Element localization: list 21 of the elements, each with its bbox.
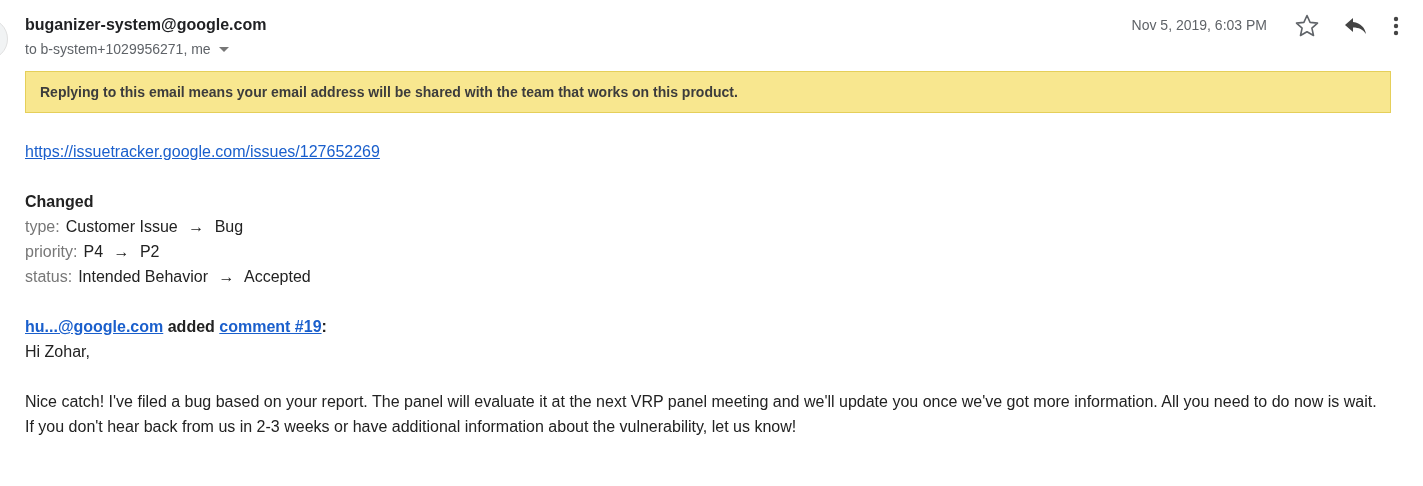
change-value: Customer Issue → Bug: [65, 217, 244, 237]
comment-link[interactable]: comment #19: [219, 318, 322, 335]
reply-icon[interactable]: [1345, 17, 1367, 34]
sender-address: buganizer-system@google.com: [25, 15, 267, 35]
more-icon[interactable]: [1393, 15, 1399, 36]
email-date: Nov 5, 2019, 6:03 PM: [1131, 17, 1267, 33]
message-paragraph: Nice catch! I've filed a bug based on your report. The panel will evaluate it at the next VRP panel meeting and we'll update you once we've got more information. All you need to do now is wait. If you don't hear back from us in 2-3 weeks or have additional information about the vulnerability, let us know!: [25, 392, 1378, 437]
changes-heading: Changed: [25, 193, 94, 210]
change-label: priority:: [25, 242, 78, 262]
comment-author-line: hu...@google.com added comment #19:: [25, 317, 327, 337]
recipients-text: to b-system+1029956271, me: [25, 40, 211, 58]
caret-icon[interactable]: [218, 46, 229, 52]
change-label: status:: [25, 267, 73, 287]
notice-banner: Replying to this email means your email address will be shared with the team that works on this product.: [25, 71, 1391, 113]
author-link[interactable]: hu...@google.com: [25, 318, 164, 335]
greeting-text: Hi Zohar,: [25, 343, 90, 360]
change-value: P4 → P2: [83, 242, 160, 262]
change-label: type:: [25, 217, 60, 237]
star-icon[interactable]: [1295, 14, 1319, 37]
issue-link[interactable]: https://issuetracker.google.com/issues/127652269: [25, 139, 380, 164]
change-value: Intended Behavior → Accepted: [78, 267, 311, 287]
